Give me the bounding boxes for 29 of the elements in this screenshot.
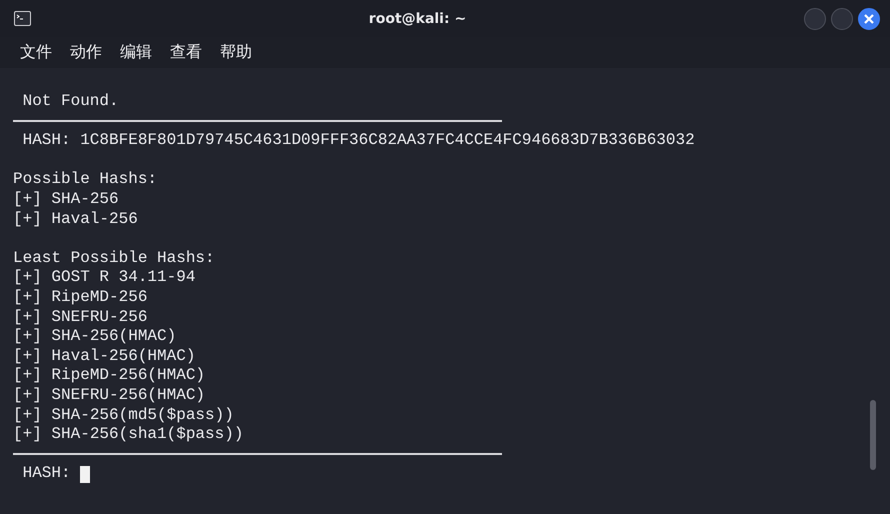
output-line: Least Possible Hashs: xyxy=(13,248,215,268)
output-line: [+] SHA-256(sha1($pass)) xyxy=(13,425,244,445)
text-cursor xyxy=(80,466,90,483)
menu-item[interactable]: 文件 xyxy=(12,42,60,63)
terminal-icon xyxy=(14,11,31,26)
prompt-text: HASH: xyxy=(22,464,71,484)
close-button[interactable] xyxy=(858,8,880,30)
output-line: [+] SNEFRU-256 xyxy=(13,308,148,328)
output-line: [+] SHA-256(HMAC) xyxy=(13,327,176,347)
minimize-button[interactable] xyxy=(804,8,826,30)
menu-item[interactable]: 帮助 xyxy=(212,42,260,63)
window-title: root@kali: ~ xyxy=(368,10,468,26)
menu-item[interactable]: 动作 xyxy=(62,42,110,63)
output-line: [+] SHA-256 xyxy=(13,190,119,210)
menu-item[interactable]: 编辑 xyxy=(112,42,160,63)
output-line: [+] Haval-256 xyxy=(13,210,138,230)
output-line: Not Found. xyxy=(22,92,119,112)
output-line: HASH: 1C8BFE8F801D79745C4631D09FFF36C82AA37FC4CCE4FC946683D7B336B63032 xyxy=(22,131,695,151)
output-line: [+] RipeMD-256(HMAC) xyxy=(13,366,206,386)
output-line: [+] SHA-256(md5($pass)) xyxy=(13,406,234,426)
menu-item[interactable]: 查看 xyxy=(162,42,210,63)
maximize-button[interactable] xyxy=(831,8,853,30)
scrollbar-thumb[interactable] xyxy=(870,400,876,470)
output-line: [+] RipeMD-256 xyxy=(13,288,148,308)
close-icon xyxy=(864,14,874,24)
output-line: [+] GOST R 34.11-94 xyxy=(13,268,196,288)
output-line: [+] Haval-256(HMAC) xyxy=(13,346,196,366)
output-line: [+] SNEFRU-256(HMAC) xyxy=(13,386,206,406)
output-line: Possible Hashs: xyxy=(13,170,158,190)
